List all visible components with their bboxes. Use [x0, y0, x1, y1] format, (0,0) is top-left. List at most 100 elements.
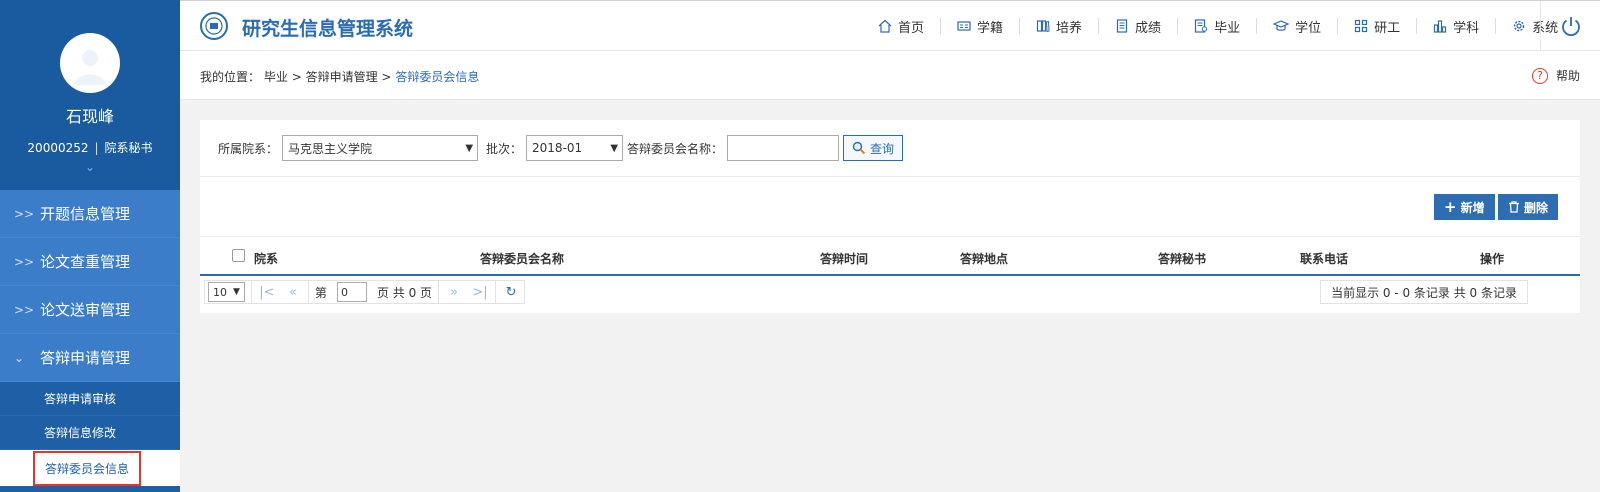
top-nav: 首页 学籍 培养 成绩 毕业 学位 研工 学科 系统: [862, 1, 1574, 51]
pagination-controls: 10 ▼ |< « 第 0 页 共 0 页 » >| ↻: [204, 280, 526, 304]
pagination-bar: 10 ▼ |< « 第 0 页 共 0 页 » >| ↻ 当前显示 0 - 0 …: [200, 278, 1580, 308]
sidebar-menu: >> 开题信息管理 >> 论文查重管理 >> 论文送审管理 ⌄ 答辩申请管理: [0, 190, 180, 382]
book-icon: [1036, 20, 1050, 33]
sidebar-item-label: 论文送审管理: [40, 301, 131, 319]
nav-item-degree[interactable]: 学位: [1257, 18, 1339, 36]
query-button-label: 查询: [870, 141, 895, 156]
refresh-icon[interactable]: ↻: [498, 285, 524, 300]
nav-item-discipline[interactable]: 学科: [1417, 18, 1497, 36]
dept-select[interactable]: 马克思主义学院 ▼: [282, 135, 479, 161]
nav-item-label: 成绩: [1135, 20, 1162, 36]
page-prefix: 第: [314, 285, 327, 300]
first-page-icon[interactable]: |<: [254, 285, 280, 300]
emblem-icon: [205, 17, 223, 35]
breadcrumb-prefix: 我的位置：: [200, 70, 261, 84]
column-header-committee-name[interactable]: 答辩委员会名称: [480, 250, 564, 267]
chevron-down-icon: ▼: [610, 142, 619, 154]
graduation-cap-icon: [1273, 20, 1290, 31]
breadcrumb-separator: >: [291, 70, 302, 84]
select-all-checkbox[interactable]: [232, 249, 245, 262]
nav-item-research-work[interactable]: 研工: [1338, 18, 1418, 36]
breadcrumb-item-defense-application[interactable]: 答辩申请管理: [306, 70, 378, 84]
divider: [307, 281, 309, 303]
help-label: 帮助: [1555, 69, 1580, 83]
submenu-item-defense-committee[interactable]: 答辩委员会信息: [0, 450, 180, 486]
sidebar-item-thesis-review[interactable]: >> 论文送审管理: [0, 286, 180, 334]
submenu-item-label: 答辩申请审核: [44, 392, 117, 406]
chevron-down-icon: ▼: [233, 287, 240, 297]
column-header-defense-secretary[interactable]: 答辩秘书: [1158, 250, 1206, 267]
help-icon: ?: [1531, 67, 1548, 84]
table-header: 院系 答辩委员会名称 答辩时间 答辩地点 答辩秘书 联系电话 操作: [200, 236, 1580, 276]
avatar[interactable]: [60, 33, 120, 93]
logout-button[interactable]: [1540, 1, 1600, 51]
divider: [495, 281, 497, 303]
trash-icon: [1509, 201, 1519, 213]
next-page-icon[interactable]: »: [441, 285, 467, 300]
batch-select[interactable]: 2018-01 ▼: [526, 135, 624, 161]
batch-select-value: 2018-01: [532, 141, 583, 155]
sidebar-submenu: 答辩申请审核 答辩信息修改 答辩委员会信息: [0, 382, 180, 486]
query-button[interactable]: 查询: [843, 135, 904, 161]
nav-item-label: 学位: [1295, 20, 1322, 36]
prev-page-icon[interactable]: «: [280, 285, 306, 300]
add-button[interactable]: + 新增: [1434, 194, 1495, 220]
column-header-phone[interactable]: 联系电话: [1300, 250, 1348, 267]
last-page-icon[interactable]: >|: [467, 285, 493, 300]
home-icon: [878, 19, 892, 33]
nav-item-grades[interactable]: 成绩: [1099, 18, 1179, 36]
breadcrumb-item-graduation[interactable]: 毕业: [264, 70, 288, 84]
top-header: 研究生信息管理系统 首页 学籍 培养 成绩 毕业 学位 研工 学科 系统: [180, 0, 1600, 51]
breadcrumb-separator: >: [381, 70, 392, 84]
chevron-down-icon: ⌄: [14, 350, 25, 365]
gear-icon: [1513, 20, 1525, 32]
user-silhouette-icon: [74, 50, 106, 85]
nav-item-status[interactable]: 学籍: [941, 18, 1021, 36]
sidebar-item-label: 答辩申请管理: [40, 349, 131, 367]
sidebar-item-plagiarism-check[interactable]: >> 论文查重管理: [0, 238, 180, 286]
page-size-value: 10: [213, 285, 227, 299]
nav-item-training[interactable]: 培养: [1020, 18, 1100, 36]
submenu-item-defense-review[interactable]: 答辩申请审核: [0, 382, 180, 416]
sidebar-item-defense-application[interactable]: ⌄ 答辩申请管理: [0, 334, 180, 382]
nav-item-home[interactable]: 首页: [862, 18, 942, 36]
certificate-icon: [1194, 19, 1208, 33]
chevron-down-icon: ▼: [465, 142, 474, 154]
user-info: 20000252 | 院系秘书: [0, 139, 180, 156]
breadcrumb: 我的位置： 毕业 > 答辩申请管理 > 答辩委员会信息: [200, 68, 479, 85]
plus-icon: +: [1444, 198, 1457, 216]
help-link[interactable]: ? 帮助: [1531, 67, 1580, 84]
filter-bar: 所属院系： 马克思主义学院 ▼ 批次： 2018-01 ▼ 答辩委员会名称： 查…: [218, 135, 904, 161]
committee-name-input[interactable]: [727, 135, 840, 161]
divider: [200, 176, 1580, 177]
dept-label: 所属院系：: [218, 141, 279, 156]
user-id: 20000252: [27, 141, 89, 155]
user-name: 石现峰: [65, 107, 114, 126]
nav-item-label: 研工: [1374, 20, 1401, 36]
batch-label: 批次：: [486, 141, 523, 156]
chevron-right-icon: >>: [14, 206, 35, 221]
nav-item-label: 毕业: [1214, 20, 1241, 36]
column-header-actions[interactable]: 操作: [1480, 250, 1504, 267]
page-size-select[interactable]: 10 ▼: [208, 282, 245, 302]
column-header-dept[interactable]: 院系: [254, 250, 278, 267]
nav-item-label: 首页: [898, 20, 925, 36]
sidebar-item-opening-report[interactable]: >> 开题信息管理: [0, 190, 180, 238]
delete-button[interactable]: 删除: [1498, 194, 1559, 220]
nav-item-graduation[interactable]: 毕业: [1178, 18, 1258, 36]
dept-select-value: 马克思主义学院: [288, 141, 373, 156]
column-header-defense-location[interactable]: 答辩地点: [960, 250, 1008, 267]
breadcrumb-current: 答辩委员会信息: [395, 70, 480, 84]
submenu-item-defense-edit[interactable]: 答辩信息修改: [0, 416, 180, 450]
grid-icon: [1354, 19, 1368, 33]
page-number-input[interactable]: 0: [336, 282, 367, 302]
university-logo-icon: [200, 12, 228, 40]
pagination-info: 当前显示 0 - 0 条记录 共 0 条记录: [1320, 280, 1528, 304]
expand-profile-icon[interactable]: ⌄: [0, 160, 180, 174]
chevron-right-icon: >>: [14, 302, 35, 317]
column-header-defense-time[interactable]: 答辩时间: [820, 250, 868, 267]
power-icon: [1561, 17, 1580, 37]
search-icon: [852, 141, 866, 155]
sidebar-item-label: 开题信息管理: [40, 205, 131, 223]
divider: [438, 281, 440, 303]
